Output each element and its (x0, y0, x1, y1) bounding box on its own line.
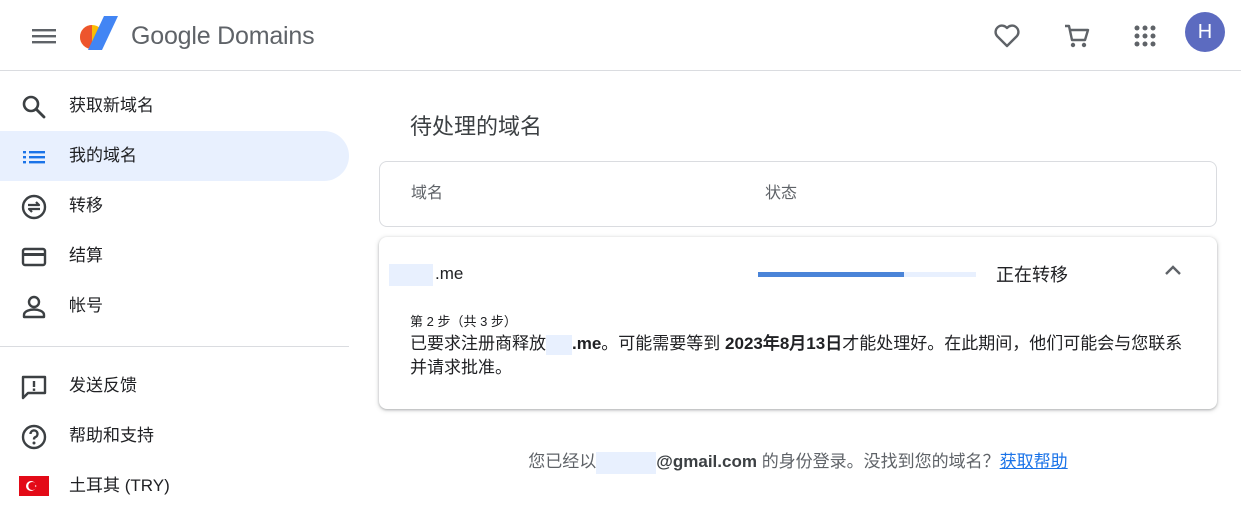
sidebar-item-label: 转移 (69, 196, 103, 215)
google-domains-logo[interactable] (78, 16, 122, 54)
sidebar-item-label: 帐号 (69, 296, 103, 315)
progress-fill (758, 272, 905, 277)
cart-icon[interactable] (1057, 16, 1097, 56)
sidebar-item-currency[interactable]: 土耳其 (TRY) (0, 461, 349, 511)
menu-icon[interactable] (24, 16, 64, 56)
sidebar-item-label: 发送反馈 (69, 376, 137, 395)
redacted-domain (389, 263, 433, 286)
get-help-link[interactable]: 获取帮助 (1000, 452, 1068, 471)
help-icon (20, 423, 48, 451)
heart-icon[interactable] (987, 16, 1027, 56)
avatar[interactable]: H (1185, 12, 1225, 52)
step-indicator: 第 2 步（共 3 步） (410, 314, 517, 329)
redacted-domain (546, 334, 572, 355)
transfer-description: 已要求注册商释放 .me。可能需要等到 2023年8月13日才能处理好。在此期间，… (410, 334, 1183, 377)
main-content: 待处理的域名 域名 状态 .me 正在转移 第 2 步（共 3 步） 已要求注册… (379, 72, 1219, 512)
sidebar-item-label: 土耳其 (TRY) (69, 476, 170, 495)
sidebar-item-help[interactable]: 帮助和支持 (0, 411, 349, 461)
person-icon (20, 293, 48, 321)
transfer-progress-bar (758, 272, 976, 277)
sidebar-item-label: 我的域名 (69, 146, 137, 165)
redacted-email (596, 451, 657, 474)
sidebar-item-feedback[interactable]: 发送反馈 (0, 361, 349, 411)
column-header-domain: 域名 (411, 185, 444, 202)
sidebar-item-label: 结算 (69, 246, 103, 265)
page-title: 待处理的域名 (410, 114, 543, 139)
column-header-status: 状态 (765, 185, 798, 202)
feedback-icon (20, 373, 48, 401)
turkey-flag-icon (19, 476, 49, 496)
domain-status: 正在转移 (996, 265, 1068, 285)
sidebar-item-get-domain[interactable]: 获取新域名 (0, 81, 349, 131)
credit-card-icon (20, 243, 48, 271)
sidebar-item-label: 帮助和支持 (69, 426, 154, 445)
sidebar-item-transfer[interactable]: 转移 (0, 181, 349, 231)
sidebar-item-billing[interactable]: 结算 (0, 231, 349, 281)
sidebar-item-my-domains[interactable]: 我的域名 (0, 131, 349, 181)
top-app-bar: Google Domains H (0, 0, 1241, 71)
transfer-icon (20, 193, 48, 221)
sidebar: 获取新域名 我的域名 转移 结算 帐号 发送反馈 帮助和支持 土耳其 (TRY) (0, 72, 350, 512)
list-icon (20, 143, 48, 171)
sidebar-divider (0, 346, 349, 347)
sidebar-item-label: 获取新域名 (69, 96, 154, 115)
pending-domain-card: .me 正在转移 第 2 步（共 3 步） 已要求注册商释放 .me。可能需要等到… (379, 237, 1217, 409)
sidebar-item-account[interactable]: 帐号 (0, 281, 349, 331)
table-header: 域名 状态 (379, 161, 1217, 227)
domain-name[interactable]: .me (389, 261, 463, 287)
signed-in-footer: 您已经以 @gmail.com 的身份登录。没找到您的域名？获取帮助 (379, 450, 1217, 474)
chevron-up-icon[interactable] (1157, 255, 1189, 287)
search-icon (20, 93, 48, 121)
brand-title[interactable]: Google Domains (131, 18, 315, 54)
apps-grid-icon[interactable] (1125, 16, 1165, 56)
